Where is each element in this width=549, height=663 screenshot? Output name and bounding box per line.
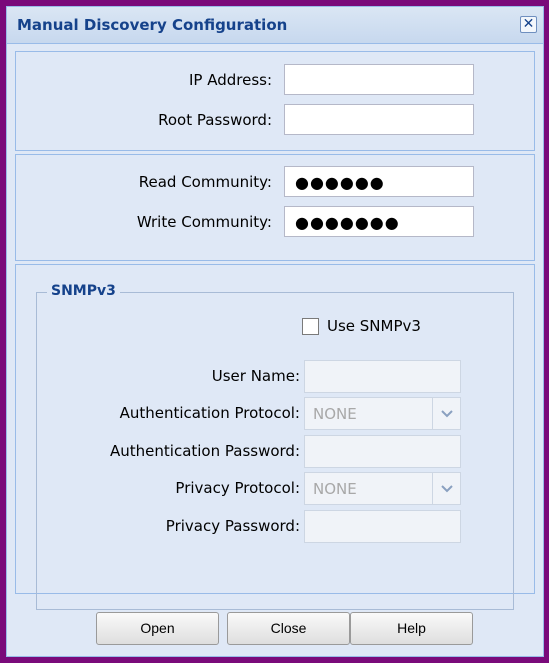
credentials-panel: IP Address: Root Password: [15,51,535,151]
use-snmpv3-label[interactable]: Use SNMPv3 [327,317,421,335]
chevron-down-icon[interactable] [432,473,460,504]
auth-password-input[interactable] [304,435,461,468]
auth-protocol-label: Authentication Protocol: [119,404,300,422]
open-button[interactable]: Open [96,612,219,645]
chevron-down-icon[interactable] [432,398,460,429]
read-community-value: ●●●●●● [295,173,385,192]
privacy-password-input[interactable] [304,510,461,543]
snmpv3-panel: SNMPv3 Use SNMPv3 User Name: Authenticat… [15,264,535,610]
auth-password-label: Authentication Password: [110,442,300,460]
close-icon[interactable]: ✕ [520,16,537,33]
user-name-input[interactable] [304,360,461,393]
read-community-label: Read Community: [138,173,272,191]
auth-protocol-select[interactable]: NONE [304,397,461,430]
dialog-footer: Open Close Help [7,612,543,645]
privacy-protocol-value: NONE [313,480,357,498]
privacy-protocol-select[interactable]: NONE [304,472,461,505]
help-button[interactable]: Help [350,612,473,645]
snmpv3-fieldset: SNMPv3 Use SNMPv3 User Name: Authenticat… [36,283,514,610]
write-community-value: ●●●●●●● [295,213,400,232]
snmpv3-legend: SNMPv3 [47,283,120,299]
root-password-input[interactable] [284,104,474,135]
user-name-label: User Name: [211,367,300,385]
dialog-title: Manual Discovery Configuration [17,16,288,34]
read-community-input[interactable]: ●●●●●● [284,166,474,197]
manual-discovery-dialog: Manual Discovery Configuration ✕ IP Addr… [6,6,544,657]
write-community-label: Write Community: [136,213,272,231]
root-password-label: Root Password: [158,111,272,129]
privacy-password-label: Privacy Password: [165,517,300,535]
write-community-input[interactable]: ●●●●●●● [284,206,474,237]
ip-address-label: IP Address: [188,71,272,89]
use-snmpv3-checkbox[interactable] [302,318,319,335]
close-button[interactable]: Close [227,612,350,645]
privacy-protocol-label: Privacy Protocol: [175,479,300,497]
dialog-titlebar[interactable]: Manual Discovery Configuration ✕ [7,7,543,44]
auth-protocol-value: NONE [313,405,357,423]
community-panel: Read Community: ●●●●●● Write Community: … [15,154,535,261]
ip-address-input[interactable] [284,64,474,95]
